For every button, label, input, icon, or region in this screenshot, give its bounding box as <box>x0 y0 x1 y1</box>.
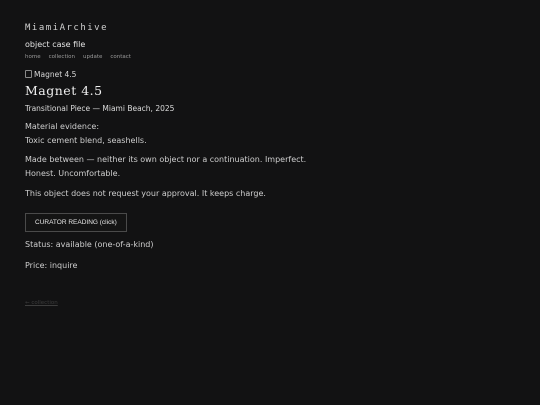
object-image: Magnet 4.5 <box>25 70 515 80</box>
nav-link-update[interactable]: update <box>83 53 102 61</box>
object-title: Magnet 4.5 <box>25 83 103 98</box>
site-title: MiamiArchive <box>25 23 109 33</box>
nav-link-collection[interactable]: collection <box>49 53 75 61</box>
main-nav: home collection update contact <box>25 53 515 61</box>
case-file-page: MiamiArchive object case file home colle… <box>0 0 540 405</box>
status-text: Status: available (one-of-a-kind) <box>25 240 154 249</box>
evidence-text: Toxic cement blend, seashells. <box>25 136 147 145</box>
description-line-2: Honest. Uncomfortable. <box>25 169 121 178</box>
object-image-alt: Magnet 4.5 <box>34 70 77 79</box>
object-description: Made between — neither its own object no… <box>25 153 515 181</box>
curator-reading-button[interactable]: CURATOR READING (click) <box>25 213 127 232</box>
back-to-collection-link[interactable]: ← collection <box>25 299 58 307</box>
approval-statement: This object does not request your approv… <box>25 189 266 198</box>
object-meta: Transitional Piece — Miami Beach, 2025 <box>25 104 175 113</box>
description-line-1: Made between — neither its own object no… <box>25 155 307 164</box>
broken-image-icon <box>25 70 32 78</box>
nav-link-home[interactable]: home <box>25 53 41 61</box>
material-evidence: Material evidence: Toxic cement blend, s… <box>25 120 515 148</box>
price-text: Price: inquire <box>25 261 78 270</box>
site-subtitle: object case file <box>25 40 86 49</box>
nav-link-contact[interactable]: contact <box>110 53 131 61</box>
evidence-label: Material evidence: <box>25 122 100 131</box>
